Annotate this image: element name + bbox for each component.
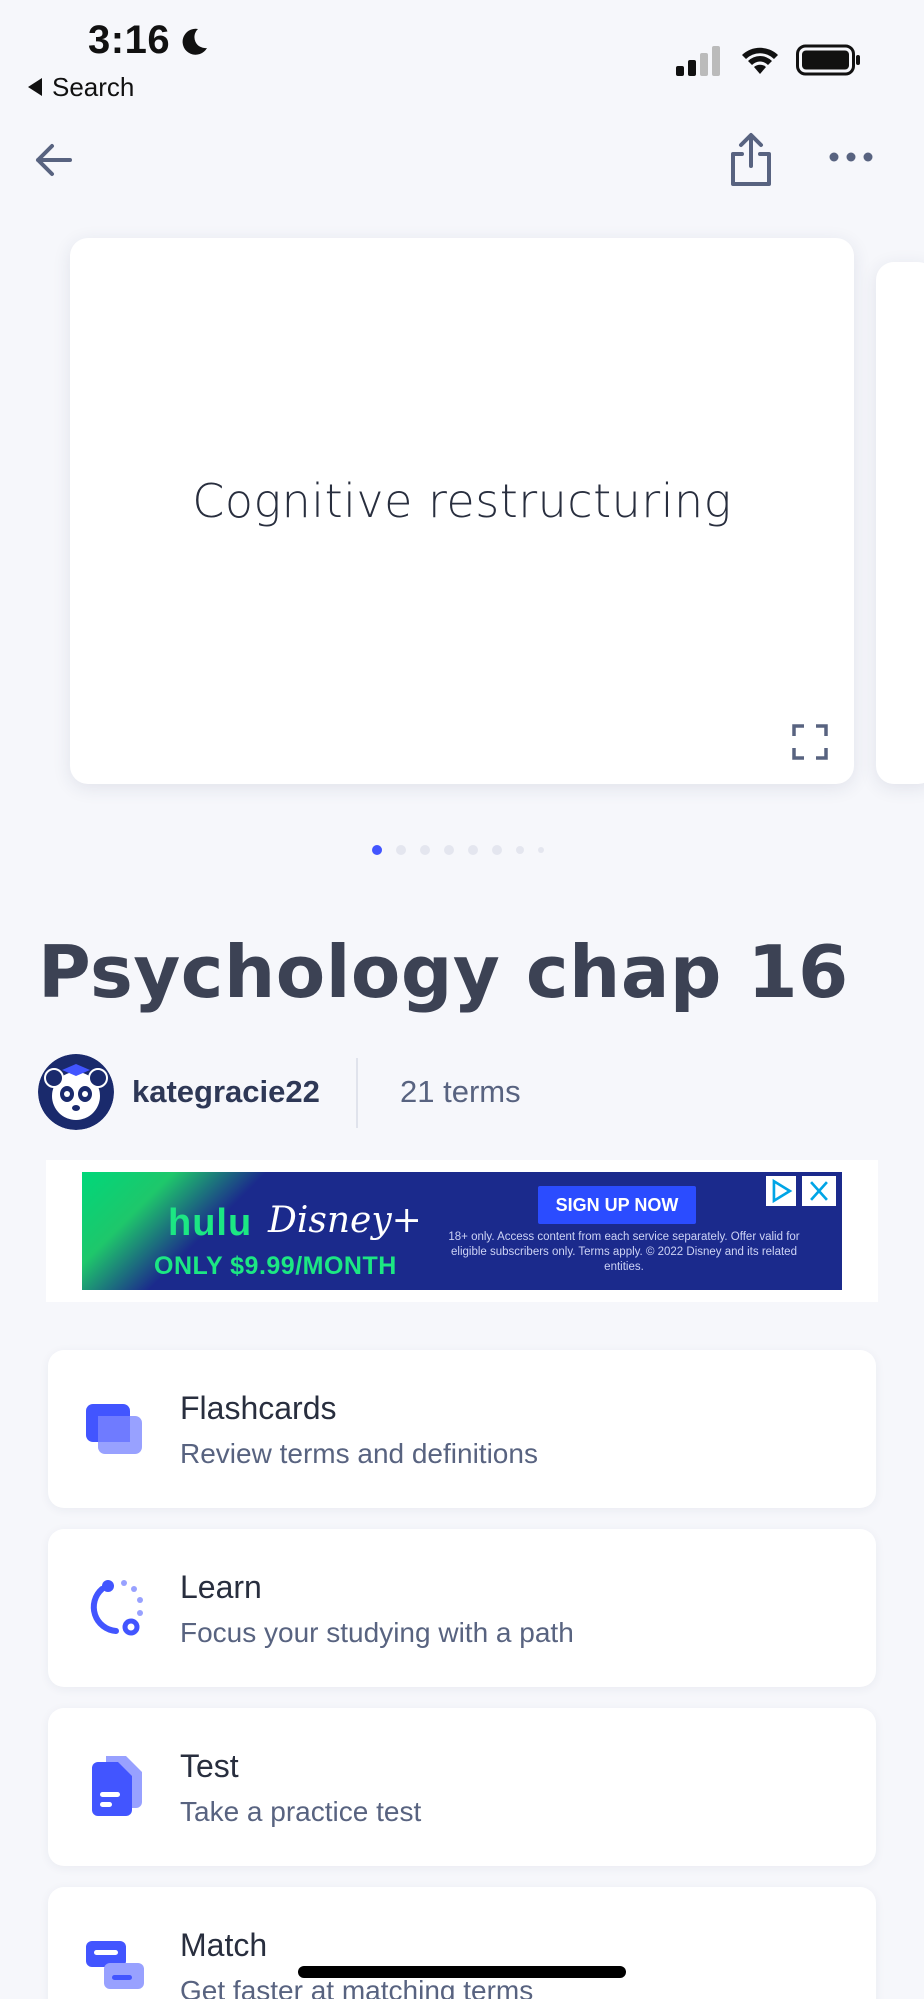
match-icon: [86, 1941, 144, 1989]
more-horizontal-icon[interactable]: [826, 142, 876, 172]
carousel-dot[interactable]: [444, 845, 454, 855]
ad-brand-hulu: hulu: [168, 1202, 253, 1244]
mode-subtitle: Take a practice test: [180, 1796, 422, 1827]
status-time: 3:16: [88, 18, 171, 62]
ad-signup-button[interactable]: SIGN UP NOW: [538, 1186, 696, 1224]
mode-flashcards-button[interactable]: Flashcards Review terms and definitions: [48, 1350, 876, 1508]
mode-learn-button[interactable]: Learn Focus your studying with a path: [48, 1529, 876, 1687]
mode-match-button[interactable]: Match Get faster at matching terms: [48, 1887, 876, 1999]
flashcard-term: Cognitive restructuring: [192, 474, 732, 528]
ad-fine-print: 18+ only. Access content from each servi…: [448, 1231, 800, 1273]
author-row: kategracie22 21 terms: [38, 1054, 898, 1132]
carousel-dot[interactable]: [516, 846, 524, 854]
status-bar: 3:16 Search: [0, 0, 924, 110]
share-icon[interactable]: [724, 130, 778, 188]
nav-bar: [0, 120, 924, 200]
flashcards-icon: [86, 1404, 142, 1454]
expand-icon[interactable]: [792, 724, 828, 760]
divider: [356, 1058, 358, 1128]
flashcard[interactable]: Cognitive restructuring: [70, 238, 854, 784]
avatar[interactable]: [38, 1054, 114, 1130]
mode-title: Test: [180, 1748, 239, 1784]
back-to-app-link[interactable]: Search: [28, 72, 134, 103]
mode-subtitle: Get faster at matching terms: [180, 1975, 534, 1999]
learn-icon: [90, 1580, 143, 1636]
page-title: Psychology chap 16: [38, 930, 849, 1014]
ad-price: ONLY $9.99/MONTH: [154, 1252, 397, 1280]
term-count: 21 terms: [400, 1074, 521, 1109]
ad-brand-disney: Disney+: [268, 1200, 422, 1241]
ad-banner[interactable]: hulu Disney+ ONLY $9.99/MONTH SIGN UP NO…: [82, 1172, 842, 1290]
test-icon: [92, 1756, 142, 1816]
ad-container: hulu Disney+ ONLY $9.99/MONTH SIGN UP NO…: [46, 1160, 878, 1302]
mode-subtitle: Review terms and definitions: [180, 1438, 538, 1469]
back-triangle-icon: [28, 78, 42, 97]
carousel-dot[interactable]: [396, 845, 406, 855]
mode-title: Match: [180, 1927, 268, 1963]
carousel-dot[interactable]: [538, 847, 544, 853]
home-indicator: [298, 1966, 626, 1978]
mode-test-button[interactable]: Test Take a practice test: [48, 1708, 876, 1866]
close-icon[interactable]: [800, 1174, 838, 1208]
carousel-pagination: [372, 844, 544, 856]
carousel-dot[interactable]: [468, 845, 478, 855]
mode-title: Learn: [180, 1569, 262, 1605]
cellular-signal-icon: [676, 46, 720, 76]
back-app-label: Search: [52, 72, 135, 102]
battery-icon: [796, 44, 860, 76]
ad-choices-icon[interactable]: [764, 1174, 798, 1208]
mode-title: Flashcards: [180, 1390, 337, 1426]
carousel-dot-active[interactable]: [372, 845, 382, 855]
moon-icon: [182, 28, 207, 55]
carousel-dot[interactable]: [492, 845, 502, 855]
mode-subtitle: Focus your studying with a path: [180, 1617, 574, 1648]
arrow-left-icon[interactable]: [28, 134, 80, 186]
author-username[interactable]: kategracie22: [132, 1074, 320, 1110]
next-flashcard-peek[interactable]: [876, 262, 924, 784]
wifi-icon: [742, 47, 778, 74]
carousel-dot[interactable]: [420, 845, 430, 855]
